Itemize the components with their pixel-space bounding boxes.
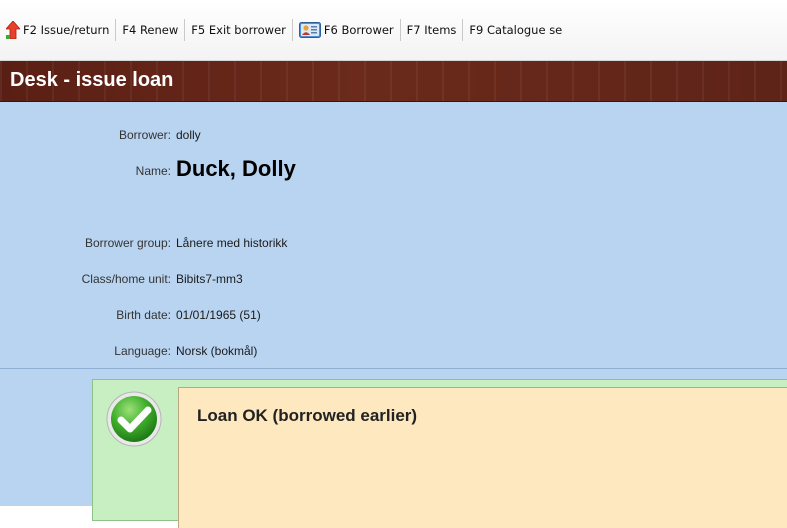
green-check-icon xyxy=(106,391,162,447)
borrower-id-label: Borrower: xyxy=(118,128,171,142)
loan-status-frame: Loan OK (borrowed earlier) xyxy=(92,379,787,528)
items-label: F7 Items xyxy=(406,23,457,37)
borrower-group-value: Lånere med historikk xyxy=(176,236,288,250)
catalogue-search-button[interactable]: F9 Catalogue se xyxy=(463,0,568,60)
issue-return-button[interactable]: F2 Issue/return xyxy=(0,0,115,60)
borrower-id-value: dolly xyxy=(176,128,201,142)
page-title: Desk - issue loan xyxy=(10,69,174,91)
borrower-info-panel: Borrower: dolly Name: Duck, Dolly Borrow… xyxy=(0,102,787,369)
items-button[interactable]: F7 Items xyxy=(401,0,463,60)
birth-date-label: Birth date: xyxy=(116,308,171,322)
borrower-label: F6 Borrower xyxy=(323,23,394,37)
loan-status-message-box: Loan OK (borrowed earlier) xyxy=(178,387,787,528)
borrower-name-value: Duck, Dolly xyxy=(176,156,296,181)
exit-borrower-button[interactable]: F5 Exit borrower xyxy=(185,0,292,60)
name-label: Name: xyxy=(135,164,171,178)
loan-status-message: Loan OK (borrowed earlier) xyxy=(197,406,418,425)
language-label: Language: xyxy=(114,344,171,358)
red-up-arrow-icon xyxy=(6,21,20,39)
class-home-unit-value: Bibits7-mm3 xyxy=(176,272,243,286)
page-header: Desk - issue loan xyxy=(0,61,787,102)
loan-status-area: Loan OK (borrowed earlier) xyxy=(0,369,787,528)
exit-borrower-label: F5 Exit borrower xyxy=(191,23,286,37)
borrower-card-icon xyxy=(298,22,321,38)
renew-button[interactable]: F4 Renew xyxy=(116,0,184,60)
birth-date-value: 01/01/1965 (51) xyxy=(176,308,261,322)
catalogue-search-label: F9 Catalogue se xyxy=(469,23,563,37)
function-key-toolbar: F2 Issue/return F4 Renew F5 Exit borrowe… xyxy=(0,0,787,61)
issue-return-label: F2 Issue/return xyxy=(23,23,110,37)
class-home-unit-label: Class/home unit: xyxy=(81,272,171,286)
borrower-group-label: Borrower group: xyxy=(84,236,171,250)
renew-label: F4 Renew xyxy=(122,23,179,37)
language-value: Norsk (bokmål) xyxy=(176,344,258,358)
borrower-button[interactable]: F6 Borrower xyxy=(293,0,400,60)
